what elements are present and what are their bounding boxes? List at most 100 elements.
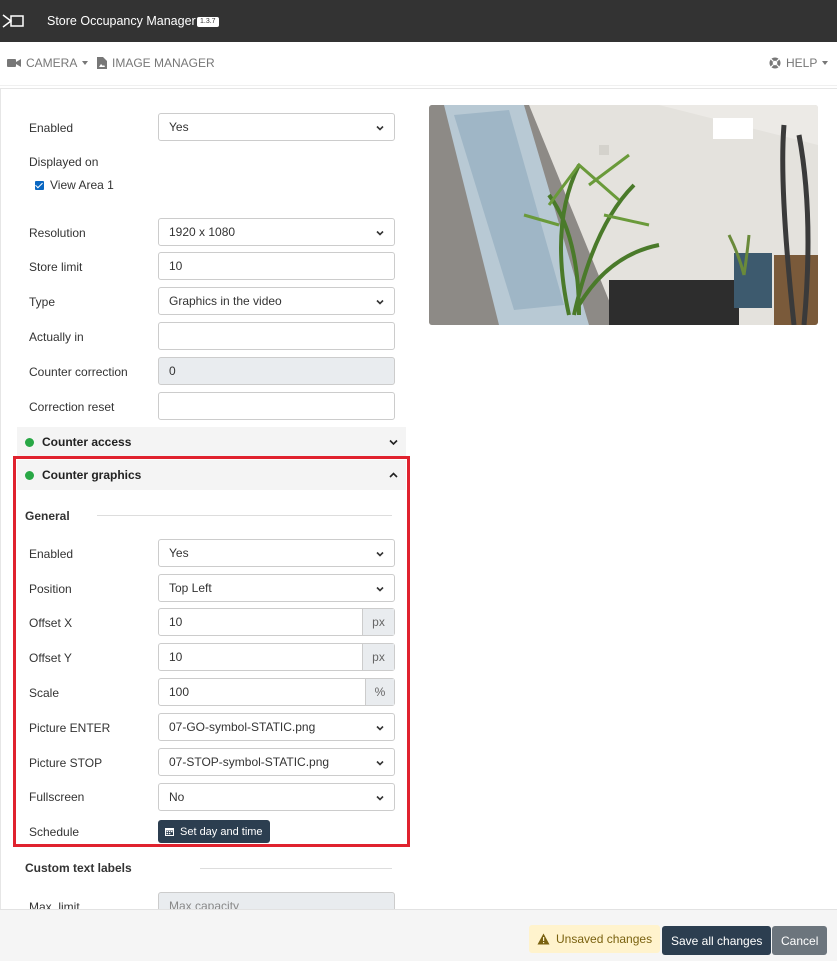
file-image-icon	[97, 57, 107, 69]
divider	[97, 515, 392, 516]
picture-enter-value: 07-GO-symbol-STATIC.png	[169, 720, 316, 734]
help-icon	[769, 57, 781, 69]
fullscreen-select[interactable]: No	[158, 783, 395, 811]
view-area-label: View Area 1	[50, 178, 114, 192]
scale-label: Scale	[29, 686, 60, 700]
unsaved-changes-badge: Unsaved changes	[529, 925, 661, 953]
actually-in-label: Actually in	[29, 330, 84, 344]
counter-access-title: Counter access	[42, 435, 132, 449]
resolution-select[interactable]: 1920 x 1080	[158, 218, 395, 246]
fullscreen-value: No	[169, 790, 185, 804]
picture-enter-label: Picture ENTER	[29, 721, 111, 735]
offset-x-unit: px	[362, 609, 394, 635]
set-day-time-button[interactable]: Set day and time	[158, 820, 270, 843]
camera-preview	[429, 105, 818, 325]
set-day-time-label: Set day and time	[180, 825, 263, 838]
calendar-icon	[165, 828, 174, 836]
position-value: Top Left	[169, 581, 212, 595]
type-label: Type	[29, 295, 56, 309]
camera-icon	[7, 59, 21, 67]
picture-enter-select[interactable]: 07-GO-symbol-STATIC.png	[158, 713, 395, 741]
image-manager-label: IMAGE MANAGER	[112, 56, 215, 70]
footer-bar: Unsaved changes Save all changes Cancel	[0, 909, 837, 961]
camera-menu[interactable]: CAMERA	[7, 56, 89, 70]
image-manager-menu[interactable]: IMAGE MANAGER	[97, 56, 215, 70]
cancel-button[interactable]: Cancel	[772, 926, 828, 955]
warning-icon	[537, 933, 550, 945]
graphics-enabled-label: Enabled	[29, 547, 74, 561]
help-menu-label: HELP	[786, 56, 818, 70]
actually-in-input[interactable]	[158, 322, 395, 350]
schedule-label: Schedule	[29, 825, 80, 839]
counter-correction-input: 0	[158, 357, 395, 385]
enabled-label: Enabled	[29, 121, 74, 135]
chevron-down-icon	[389, 439, 398, 446]
version-badge: 1.3.7	[197, 17, 219, 27]
offset-x-input[interactable]: 10 px	[158, 608, 395, 636]
correction-reset-label: Correction reset	[29, 400, 115, 414]
menu-bar: CAMERA IMAGE MANAGER HELP	[0, 42, 837, 86]
type-value: Graphics in the video	[169, 294, 282, 308]
custom-text-heading: Custom text labels	[25, 861, 132, 875]
enabled-value: Yes	[169, 120, 189, 134]
fullscreen-label: Fullscreen	[29, 790, 85, 804]
app-title: Store Occupancy Manager	[47, 14, 196, 28]
chevron-up-icon	[389, 472, 398, 478]
counter-correction-value: 0	[169, 364, 176, 378]
divider	[200, 868, 392, 869]
chevron-down-icon	[376, 551, 384, 557]
graphics-enabled-select[interactable]: Yes	[158, 539, 395, 567]
offset-x-label: Offset X	[29, 616, 73, 630]
graphics-enabled-value: Yes	[169, 546, 189, 560]
store-limit-value: 10	[169, 259, 183, 273]
chevron-down-icon	[376, 299, 384, 305]
offset-x-value: 10	[169, 615, 183, 629]
offset-y-value: 10	[169, 650, 183, 664]
camera-menu-label: CAMERA	[26, 56, 78, 70]
view-area-checkbox-row[interactable]: View Area 1	[35, 178, 114, 192]
save-all-changes-button[interactable]: Save all changes	[662, 926, 772, 955]
counter-graphics-section[interactable]: Counter graphics	[17, 460, 406, 490]
type-select[interactable]: Graphics in the video	[158, 287, 395, 315]
position-select[interactable]: Top Left	[158, 574, 395, 602]
cancel-label: Cancel	[781, 933, 819, 948]
scale-input[interactable]: 100 %	[158, 678, 395, 706]
app-logo-icon	[2, 14, 24, 28]
camera-preview-image	[429, 105, 818, 325]
counter-access-section[interactable]: Counter access	[17, 427, 406, 457]
view-area-checkbox[interactable]	[35, 180, 44, 190]
picture-stop-value: 07-STOP-symbol-STATIC.png	[169, 755, 330, 769]
picture-stop-label: Picture STOP	[29, 756, 103, 770]
unsaved-changes-text: Unsaved changes	[556, 932, 653, 946]
correction-reset-input[interactable]	[158, 392, 395, 420]
offset-y-label: Offset Y	[29, 651, 72, 665]
help-menu[interactable]: HELP	[769, 56, 829, 70]
status-dot-icon	[25, 437, 34, 447]
chevron-down-icon	[822, 61, 829, 65]
chevron-down-icon	[376, 795, 384, 801]
chevron-down-icon	[376, 760, 384, 766]
chevron-down-icon	[82, 61, 89, 65]
counter-graphics-title: Counter graphics	[42, 468, 142, 482]
chevron-down-icon	[376, 125, 384, 131]
offset-y-input[interactable]: 10 px	[158, 643, 395, 671]
displayed-on-label: Displayed on	[29, 155, 99, 169]
save-all-changes-label: Save all changes	[671, 933, 763, 948]
chevron-down-icon	[376, 725, 384, 731]
enabled-select[interactable]: Yes	[158, 113, 395, 141]
store-limit-label: Store limit	[29, 260, 83, 274]
resolution-label: Resolution	[29, 226, 86, 240]
scale-unit: %	[365, 679, 394, 705]
status-dot-icon	[25, 470, 34, 480]
app-header: Store Occupancy Manager 1.3.7	[0, 0, 837, 42]
general-heading: General	[25, 509, 70, 523]
chevron-down-icon	[376, 230, 384, 236]
counter-correction-label: Counter correction	[29, 365, 128, 379]
scale-value: 100	[169, 685, 190, 699]
picture-stop-select[interactable]: 07-STOP-symbol-STATIC.png	[158, 748, 395, 776]
position-label: Position	[29, 582, 72, 596]
store-limit-input[interactable]: 10	[158, 252, 395, 280]
offset-y-unit: px	[362, 644, 394, 670]
resolution-value: 1920 x 1080	[169, 225, 236, 239]
chevron-down-icon	[376, 586, 384, 592]
